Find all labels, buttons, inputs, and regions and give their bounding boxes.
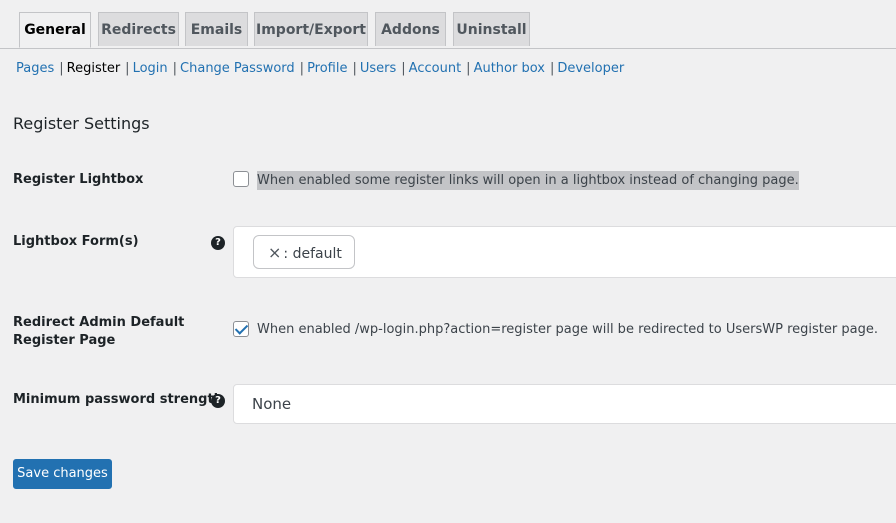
redirect-admin-label-line2: Register Page: [13, 333, 116, 348]
sub-navigation: Pages | Register | Login | Change Password | Pro…: [16, 61, 624, 76]
redirect-admin-description: When enabled /wp-login.php?action=regist…: [257, 322, 878, 337]
register-lightbox-description: When enabled some register links will op…: [257, 171, 799, 190]
lightbox-forms-select[interactable]: ×: default: [233, 226, 896, 278]
tab-import-export[interactable]: Import/Export: [254, 12, 368, 46]
subnav-separator: |: [352, 61, 357, 76]
subnav-separator: |: [299, 61, 305, 76]
question-circle-icon[interactable]: ?: [211, 236, 225, 250]
tab-addons[interactable]: Addons: [375, 12, 446, 46]
register-lightbox-checkbox[interactable]: [233, 171, 249, 187]
subnav-author-box[interactable]: Author box: [474, 61, 545, 76]
redirect-admin-checkbox[interactable]: [233, 321, 249, 337]
register-lightbox-label: Register Lightbox: [13, 172, 144, 187]
subnav-separator: |: [172, 61, 178, 76]
min-password-label: Minimum password strength: [13, 392, 223, 407]
selected-form-chip: ×: default: [253, 235, 355, 269]
subnav-users[interactable]: Users: [360, 61, 396, 76]
subnav-account[interactable]: Account: [409, 61, 462, 76]
subnav-separator: |: [466, 61, 471, 76]
subnav-profile[interactable]: Profile: [307, 61, 347, 76]
settings-page: General Redirects Emails Import/Export A…: [0, 0, 896, 523]
save-changes-button[interactable]: Save changes: [13, 459, 112, 489]
subnav-pages[interactable]: Pages: [16, 61, 54, 76]
tab-redirects[interactable]: Redirects: [98, 12, 179, 46]
section-title: Register Settings: [13, 114, 150, 133]
subnav-separator: |: [401, 61, 406, 76]
subnav-separator: |: [125, 61, 130, 76]
question-circle-icon[interactable]: ?: [211, 394, 225, 408]
subnav-developer[interactable]: Developer: [557, 61, 624, 76]
tab-emails[interactable]: Emails: [185, 12, 248, 46]
chip-label: : default: [283, 246, 342, 262]
min-password-select[interactable]: None: [233, 384, 896, 424]
subnav-separator: |: [59, 61, 64, 76]
settings-tabs: General Redirects Emails Import/Export A…: [0, 12, 896, 49]
close-icon[interactable]: ×: [268, 243, 281, 262]
subnav-login[interactable]: Login: [133, 61, 168, 76]
lightbox-forms-label: Lightbox Form(s): [13, 234, 139, 249]
min-password-value: None: [252, 395, 292, 413]
tab-general[interactable]: General: [19, 12, 91, 48]
subnav-register[interactable]: Register: [67, 61, 121, 76]
tab-uninstall[interactable]: Uninstall: [453, 12, 530, 46]
subnav-change-password[interactable]: Change Password: [180, 61, 295, 76]
subnav-separator: |: [549, 61, 555, 76]
redirect-admin-label: Redirect Admin Default Register Page: [13, 314, 184, 350]
redirect-admin-label-line1: Redirect Admin Default: [13, 315, 185, 330]
